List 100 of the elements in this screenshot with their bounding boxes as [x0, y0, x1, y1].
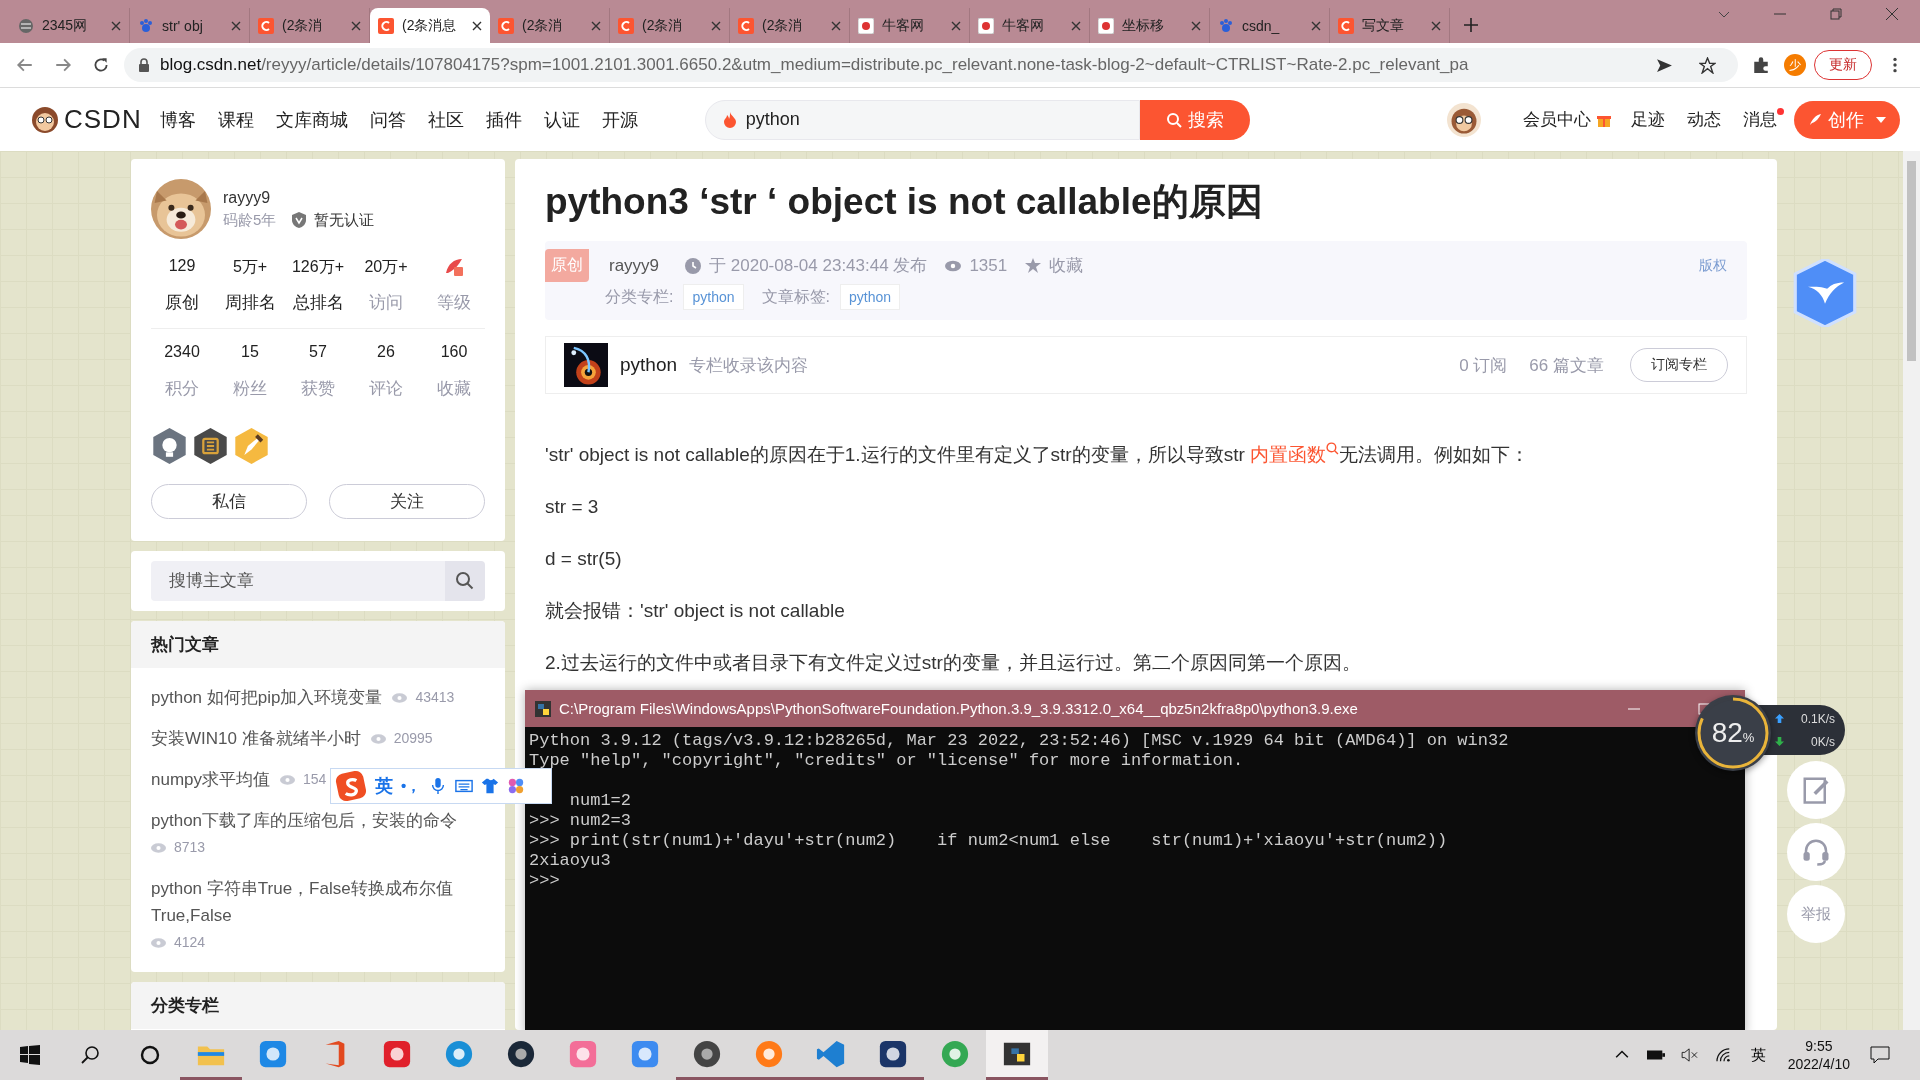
author-name[interactable]: rayyy9	[223, 188, 375, 207]
shirt-icon[interactable]	[481, 777, 500, 795]
nav-link[interactable]: 动态	[1687, 108, 1721, 131]
stat-label: 评论	[369, 378, 403, 400]
eye-icon	[151, 842, 166, 853]
input-language[interactable]: 英	[1750, 1045, 1766, 1065]
logo-icon	[858, 17, 874, 34]
console-line: Python 3.9.12 (tags/v3.9.12:b28265d, Mar 23 2022, 23:52:46) [MSC v.1929 64 bit (AMD64)] on win32	[529, 731, 1509, 751]
profile-button[interactable]: 关注	[329, 484, 485, 519]
article-link[interactable]: python 字符串True，False转换成布尔值True,False	[151, 875, 471, 929]
close-icon[interactable]	[472, 20, 482, 31]
column-note: 专栏收录该内容	[689, 354, 809, 377]
restore-icon[interactable]	[1830, 7, 1842, 20]
original-tag: 原创	[545, 249, 589, 282]
keyboard-icon[interactable]	[455, 777, 474, 795]
article-link[interactable]: 安装WIN10 准备就绪半小时	[151, 725, 361, 752]
tags-label: 文章标签:	[761, 286, 830, 307]
app-icon	[692, 1038, 722, 1069]
nav-link[interactable]: 插件	[485, 107, 522, 132]
article-link[interactable]: python 如何把pip加入环境变量	[151, 684, 383, 711]
c-logo-icon	[738, 17, 754, 34]
article-link[interactable]: numpy求平均值	[151, 766, 271, 793]
paw-icon	[1218, 17, 1234, 34]
article-link[interactable]: python下载了库的压缩包后，安装的命令	[151, 807, 458, 834]
tab-title: csdn_	[1242, 17, 1281, 34]
nav-link[interactable]: 认证	[543, 107, 580, 132]
nav-link[interactable]: 课程	[217, 107, 254, 132]
nav-link[interactable]: 博客	[159, 107, 196, 132]
article-title: python3 ‘str ‘ object is not callable的原因	[545, 180, 1264, 224]
muted-speaker-icon[interactable]	[1680, 1048, 1699, 1062]
update-button[interactable]: 更新	[1814, 50, 1872, 80]
csdn-logo[interactable]: CSDN	[30, 104, 142, 135]
apps-grid-icon[interactable]	[507, 777, 526, 795]
c-logo-icon	[618, 17, 634, 34]
language-mode[interactable]: 英	[375, 774, 393, 798]
nav-link[interactable]: 会员中心	[1523, 108, 1591, 131]
nav-link[interactable]: 文库商城	[275, 107, 348, 132]
stat-label: 收藏	[437, 378, 471, 400]
notification-icon[interactable]	[1870, 1046, 1890, 1064]
app-icon	[382, 1038, 412, 1069]
paragraph: str = 3	[545, 495, 600, 519]
search-field[interactable]: python	[704, 99, 1140, 140]
stat-label: 获赞	[301, 378, 335, 400]
stat-label: 等级	[437, 292, 471, 314]
new-tab-icon[interactable]	[1464, 18, 1478, 32]
stat-label: 积分	[165, 378, 199, 400]
nav-link[interactable]: 开源	[601, 107, 638, 132]
eye-icon	[280, 774, 296, 785]
view-count: 4124	[174, 933, 206, 952]
nav-link[interactable]: 问答	[369, 107, 406, 132]
browser-tab[interactable]: (2条消息	[370, 8, 490, 43]
headset-icon	[1801, 837, 1831, 867]
tab-title: str' obj	[162, 17, 204, 34]
section-title: 热门文章	[151, 635, 219, 654]
punctuation-mode[interactable]: •，	[401, 776, 422, 796]
taskbar-app[interactable]	[986, 1030, 1048, 1080]
view-count: 20995	[393, 729, 433, 748]
eye-icon	[151, 937, 166, 948]
tab-title: 写文章	[1362, 16, 1405, 35]
avatar-icon[interactable]	[1447, 102, 1481, 137]
scrollbar[interactable]	[1903, 151, 1920, 1030]
flame-icon	[723, 111, 736, 128]
url-text: blog.csdn.net/reyyy/article/details/107804175?spm=1001.2101.3001.6650.2&utm_medium=distribute.pc_relevant.none-task-blog-2~default~CTRLIST~Rate-2.pc_relevant_pa	[160, 55, 1470, 75]
nav-link[interactable]: 社区	[427, 107, 464, 132]
wifi-icon[interactable]	[1714, 1048, 1733, 1062]
search-icon[interactable]	[445, 561, 485, 601]
clock[interactable]: 9:55 2022/4/10	[1787, 1037, 1850, 1073]
stat-value: 126万+	[291, 257, 344, 277]
tab-title: (2条消	[642, 16, 684, 35]
stat-label: 粉丝	[233, 378, 267, 400]
profile-button[interactable]: 私信	[151, 484, 307, 519]
star-icon	[1025, 257, 1042, 274]
c-logo-icon	[378, 17, 394, 34]
lock-icon	[138, 58, 150, 72]
monkey-icon	[30, 104, 60, 135]
address-field[interactable]: blog.csdn.net/reyyy/article/details/107804175?spm=1001.2101.3001.6650.2&utm_medium=distribute.pc_relevant.none-task-blog-2~default~CTRLIST~Rate-2.pc_relevant_pa	[124, 48, 1738, 82]
pen-badge-icon	[235, 428, 268, 464]
app-icon	[754, 1038, 784, 1069]
upload-arrow-icon	[1775, 714, 1784, 723]
app-icon	[878, 1038, 908, 1069]
subscribe-button[interactable]: 订阅专栏	[1630, 348, 1728, 382]
view-count: 1351	[969, 255, 1008, 276]
stat-value: 2340	[164, 343, 200, 362]
column-name[interactable]: python	[620, 354, 678, 376]
bird-logo-icon[interactable]	[1793, 259, 1857, 327]
author-link[interactable]: rayyy9	[609, 255, 660, 276]
console-line: >>> num2=3	[529, 811, 632, 831]
stat-label: 周排名	[224, 292, 276, 314]
certification-status: 暂无认证	[314, 210, 375, 230]
battery-icon[interactable]	[1646, 1048, 1665, 1062]
achievement-badge-icon	[194, 428, 227, 464]
nav-link[interactable]: 足迹	[1631, 108, 1665, 131]
search-icon	[1165, 111, 1182, 128]
nav-link[interactable]: 消息	[1743, 108, 1777, 131]
sogou-logo-icon[interactable]	[335, 770, 367, 802]
console-line: >>>	[529, 871, 560, 891]
section-title: 分类专栏	[151, 996, 219, 1015]
python-icon	[535, 700, 551, 717]
blog-search-field[interactable]: 搜博主文章	[151, 561, 445, 601]
app-icon	[940, 1038, 970, 1069]
